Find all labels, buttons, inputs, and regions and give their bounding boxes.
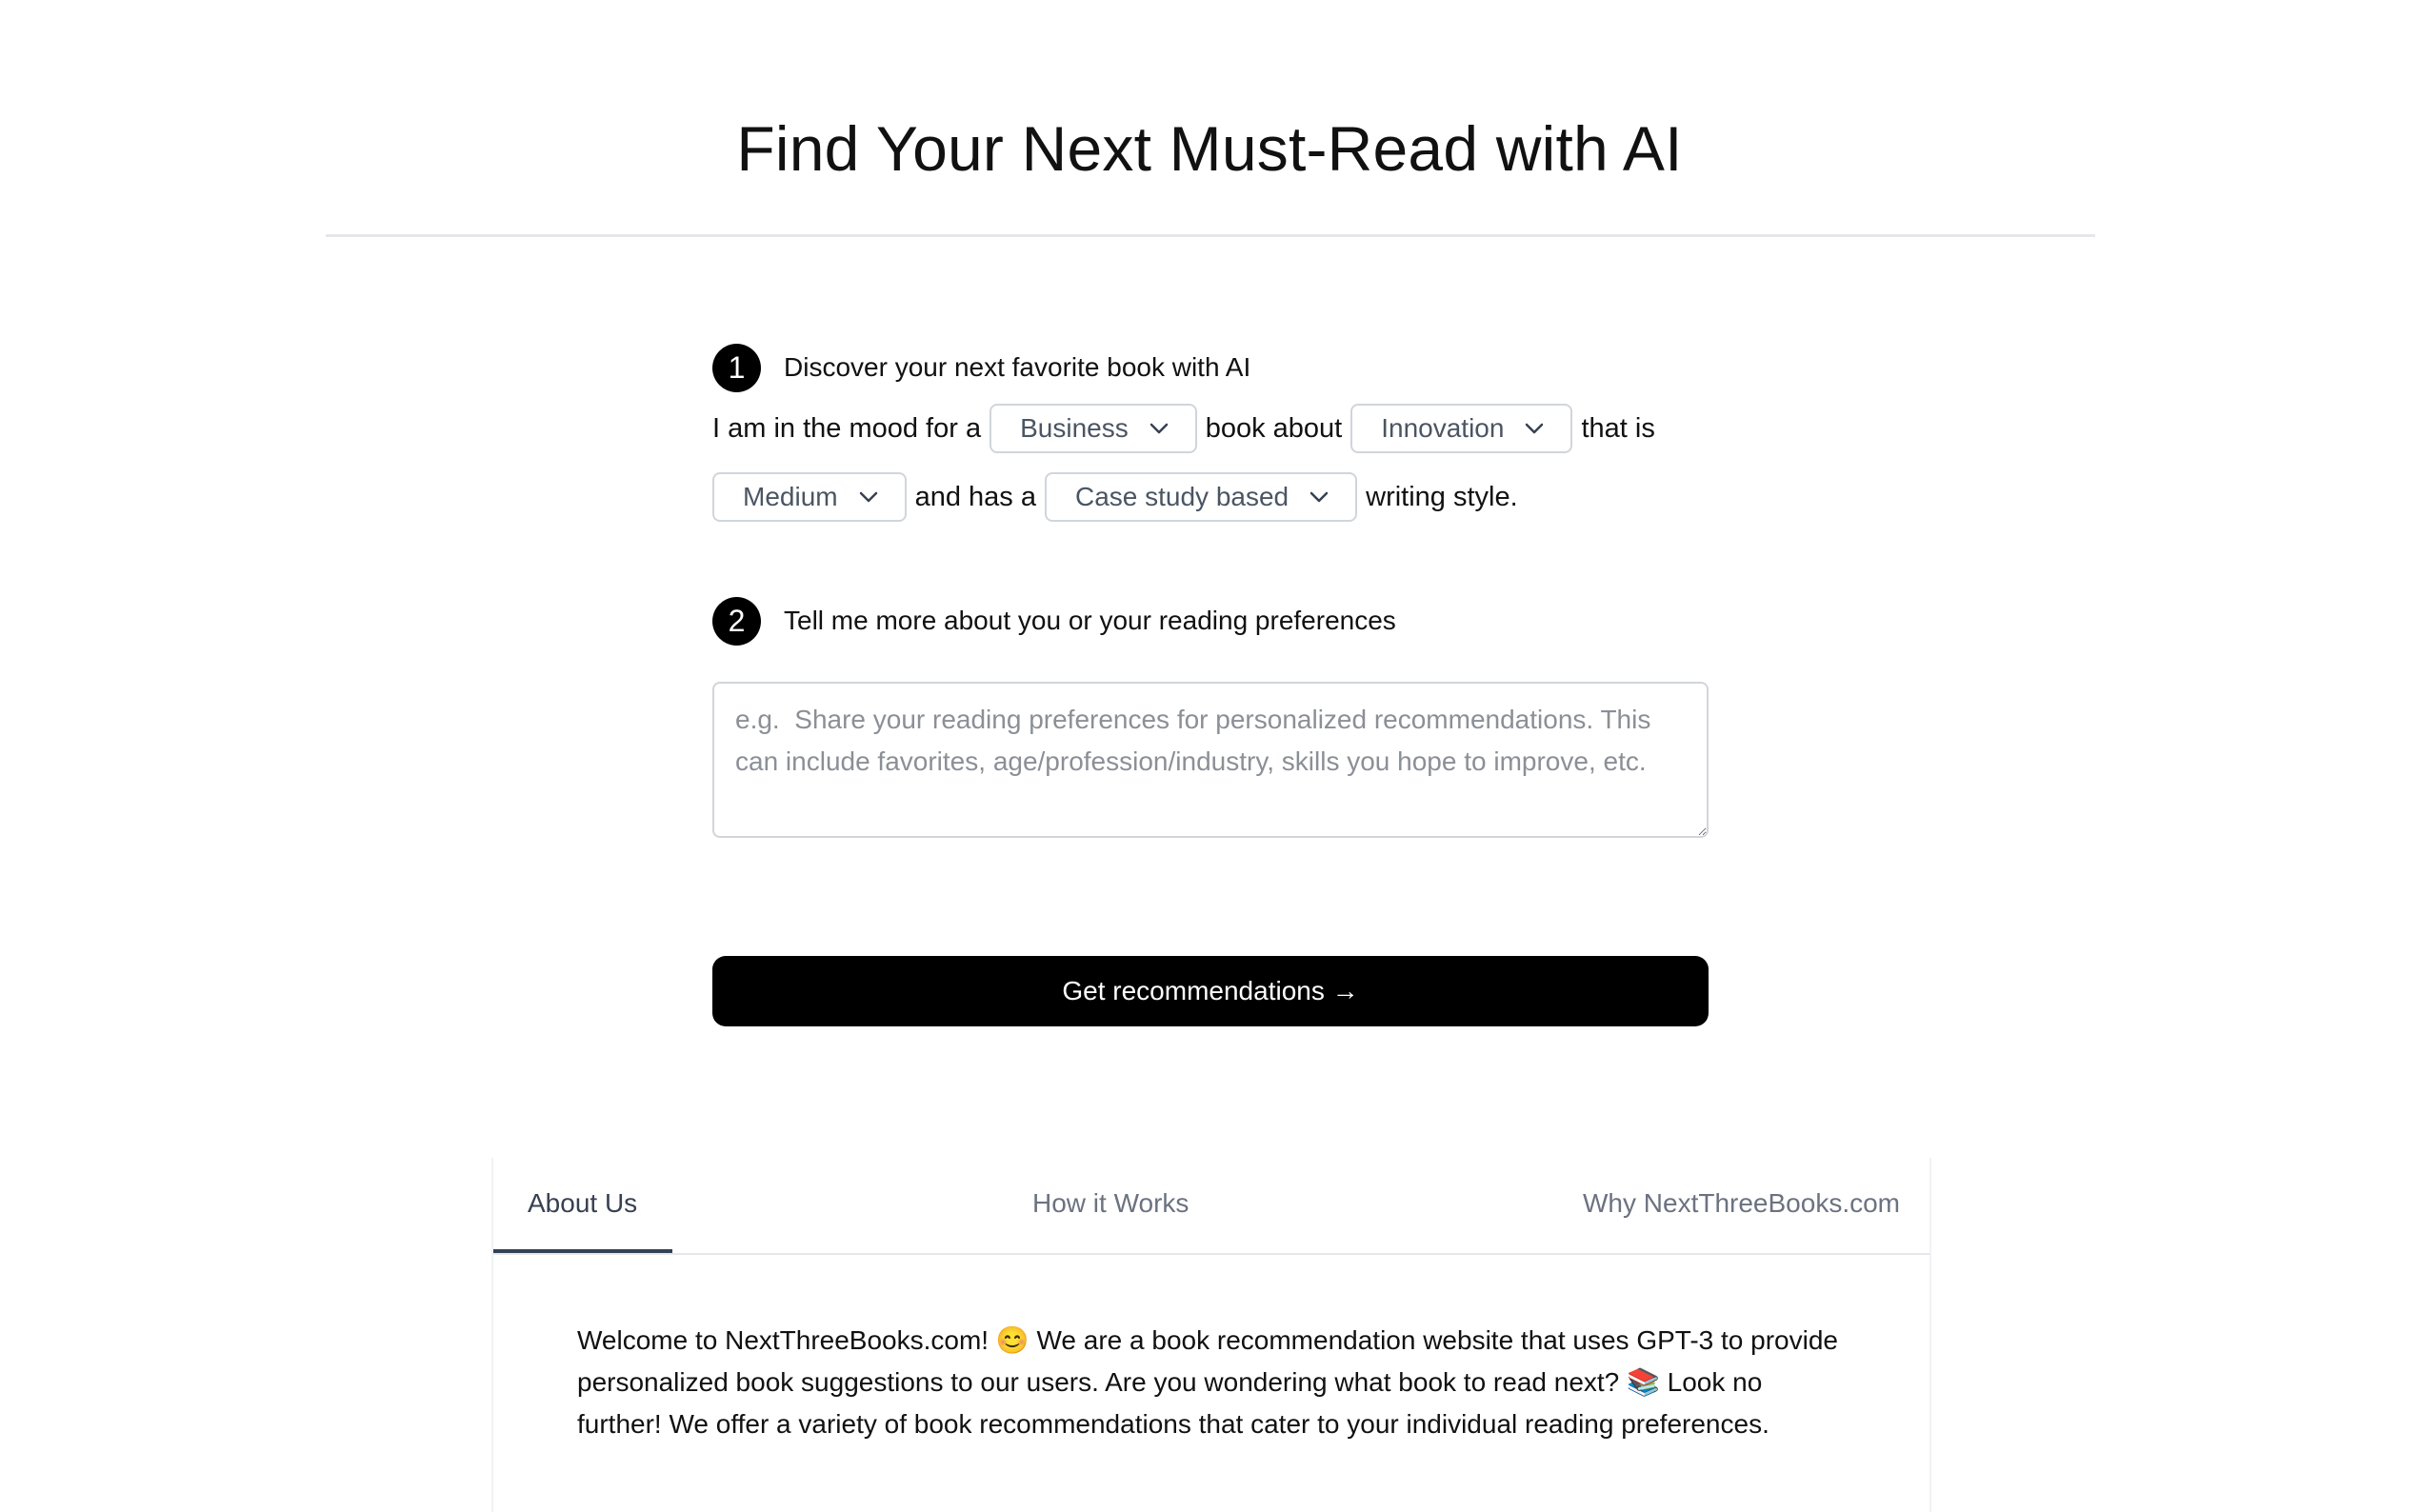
title-divider <box>326 234 2095 237</box>
chevron-down-icon <box>1309 491 1329 503</box>
genre-select[interactable]: Business <box>990 404 1197 453</box>
preferences-textarea[interactable] <box>712 682 1709 838</box>
mood-prefix-text: I am in the mood for a <box>712 412 982 444</box>
book-about-text: book about <box>1205 412 1343 444</box>
recommendation-form: 1 Discover your next favorite book with … <box>712 343 1709 838</box>
length-select-value: Medium <box>743 482 838 511</box>
step-1-number: 1 <box>712 343 761 392</box>
step-2-header: 2 Tell me more about you or your reading… <box>712 596 1709 646</box>
tab-about-us[interactable]: About Us <box>528 1188 637 1219</box>
that-is-text: that is <box>1581 412 1655 444</box>
writing-style-text: writing style. <box>1366 481 1518 512</box>
step-1-label: Discover your next favorite book with AI <box>784 352 1251 382</box>
step-2-number: 2 <box>712 596 761 646</box>
mood-sentence-line-1: I am in the mood for a Business book abo… <box>712 402 1709 455</box>
mood-sentence-line-2: Medium and has a Case study based writin… <box>712 470 1709 524</box>
get-recommendations-button[interactable]: Get recommendations → <box>712 956 1709 1026</box>
active-tab-indicator <box>493 1249 672 1253</box>
tab-why-nextthreebooks[interactable]: Why NextThreeBooks.com <box>1583 1188 1900 1219</box>
chevron-down-icon <box>859 491 877 503</box>
and-has-a-text: and has a <box>914 481 1036 512</box>
length-select[interactable]: Medium <box>712 472 907 522</box>
style-select[interactable]: Case study based <box>1044 472 1358 522</box>
page: Find Your Next Must-Read with AI 1 Disco… <box>0 0 2419 1512</box>
info-tabs: About Us How it Works Why NextThreeBooks… <box>491 1158 1931 1512</box>
tab-how-it-works[interactable]: How it Works <box>1032 1188 1189 1219</box>
step-1-header: 1 Discover your next favorite book with … <box>712 343 1709 392</box>
page-title: Find Your Next Must-Read with AI <box>736 113 1683 184</box>
style-select-value: Case study based <box>1074 482 1289 511</box>
topic-select-value: Innovation <box>1381 413 1505 443</box>
tab-bar: About Us How it Works Why NextThreeBooks… <box>493 1158 1929 1255</box>
genre-select-value: Business <box>1020 413 1129 443</box>
chevron-down-icon <box>1150 423 1168 434</box>
about-us-text: Welcome to NextThreeBooks.com! 😊 We are … <box>577 1325 1838 1439</box>
topic-select[interactable]: Innovation <box>1350 404 1573 453</box>
chevron-down-icon <box>1526 423 1544 434</box>
step-2-label: Tell me more about you or your reading p… <box>784 606 1396 635</box>
